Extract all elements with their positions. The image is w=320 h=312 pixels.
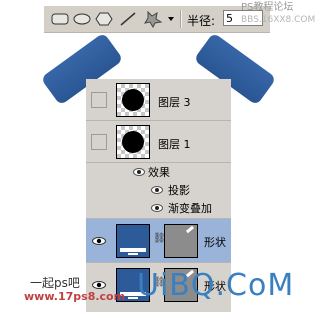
watermark-bottom-left-url: www.17ps8.com [24, 290, 126, 303]
shape-layer-row[interactable]: ⛓ 形状 [86, 219, 231, 263]
layer-name: 图层 3 [158, 96, 191, 109]
layer-name: 形状 [204, 236, 226, 249]
custom-shape-tool-icon[interactable] [142, 10, 164, 28]
layer-row[interactable]: 图层 1 [86, 121, 231, 163]
effect-drop-shadow[interactable]: 投影 [168, 182, 190, 198]
eye-icon[interactable] [92, 237, 106, 245]
eye-icon[interactable] [151, 204, 163, 212]
effects-label: 效果 [148, 166, 170, 179]
eye-icon[interactable] [92, 281, 106, 289]
watermark-uibq-logo: UiBQ.CoM [137, 268, 295, 303]
toolbar-separator [180, 10, 182, 28]
visibility-toggle[interactable] [91, 134, 107, 150]
shape-options-toolbar: 半径: 5 [44, 6, 270, 33]
eye-icon[interactable] [133, 168, 145, 176]
effect-gradient-overlay[interactable]: 渐变叠加 [168, 200, 212, 216]
watermark-top-right-line2: BBS.16XX8.COM [241, 15, 316, 25]
line-tool-icon[interactable] [118, 10, 138, 28]
watermark-bottom-left: 一起ps吧 [30, 276, 80, 290]
layer-thumbnail [116, 83, 150, 117]
eye-icon[interactable] [151, 186, 163, 194]
layer-thumbnail [116, 125, 150, 159]
shape-thumbnail [116, 224, 150, 258]
watermark-top-right: PS教程论坛 BBS.16XX8.COM [241, 2, 315, 26]
layer-row[interactable]: 图层 3 [86, 79, 231, 121]
effects-group: 效果 投影 渐变叠加 [86, 163, 231, 219]
layer-name: 图层 1 [158, 138, 191, 151]
visibility-toggle[interactable] [91, 92, 107, 108]
chevron-down-icon[interactable] [166, 10, 176, 28]
vector-mask-thumbnail [164, 224, 198, 258]
watermark-top-right-line1: PS教程论坛 [241, 2, 294, 13]
rectangle-tool-icon[interactable] [50, 10, 70, 28]
polygon-tool-icon[interactable] [94, 10, 114, 28]
ellipse-tool-icon[interactable] [72, 10, 92, 28]
radius-label: 半径: [187, 14, 216, 28]
